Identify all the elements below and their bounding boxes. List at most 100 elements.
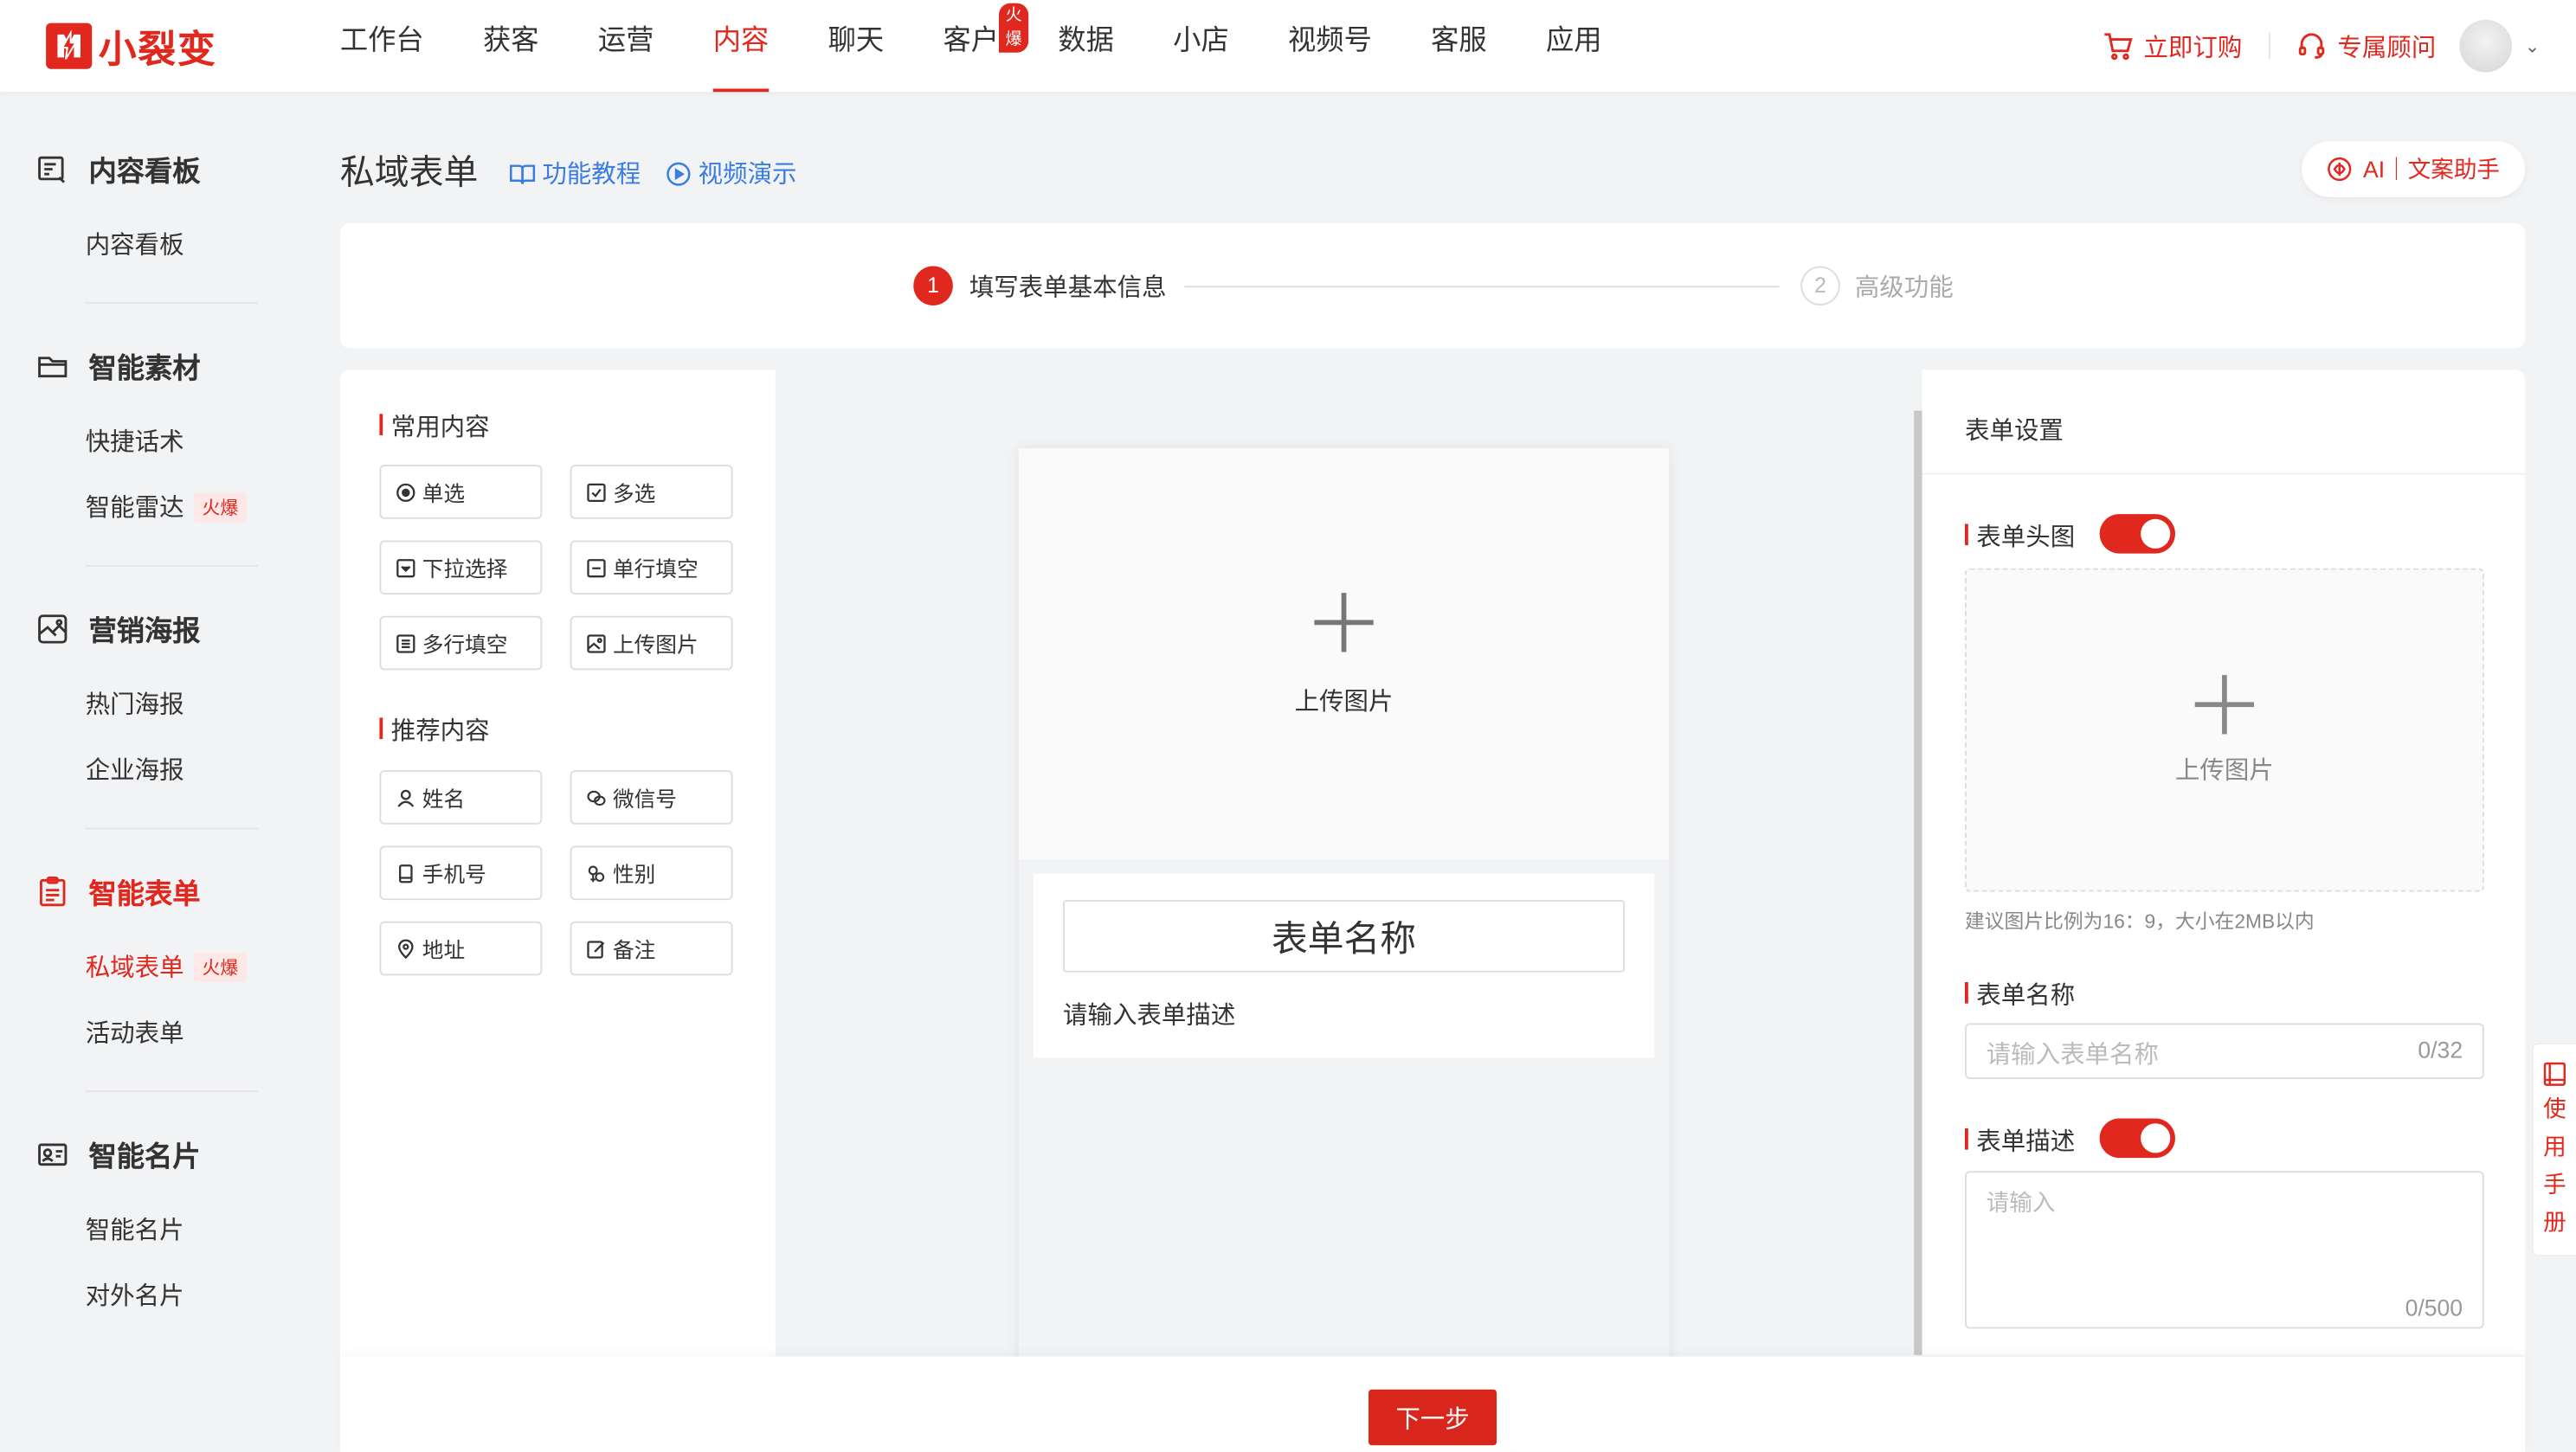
sidebar-group-content-board[interactable]: 内容看板	[36, 148, 201, 189]
component-label: 姓名	[422, 787, 466, 812]
nav-item-service[interactable]: 客服	[1431, 0, 1487, 92]
sidebar-group-label: 智能名片	[88, 1141, 201, 1173]
divider	[85, 564, 258, 567]
folder-icon	[38, 356, 68, 377]
user-manual-tab[interactable]: 使 用 手 册	[2531, 1043, 2576, 1256]
component-gender[interactable]: 性别	[570, 845, 733, 901]
footer-bar: 下一步	[339, 1356, 2526, 1452]
sidebar: 内容看板 内容看板 智能素材 快捷话术 智能雷达 火爆 营销海报 热门海报 企业…	[0, 92, 296, 1452]
sidebar-item-label: 私域表单	[85, 954, 184, 983]
consultant-link[interactable]: 专属顾问	[2296, 29, 2436, 63]
form-desc-toggle[interactable]	[2099, 1118, 2175, 1159]
form-desc-textarea[interactable]: 请输入 0/500	[1965, 1171, 2484, 1329]
char-counter: 0/500	[2405, 1294, 2463, 1320]
settings-panel: 表单设置 表单头图 上传图片 建议图片比例为16：9，大小在2MB以内 表单名称…	[1922, 369, 2526, 1355]
sidebar-group-cards[interactable]: 智能名片	[36, 1134, 201, 1174]
next-step-button[interactable]: 下一步	[1368, 1389, 1497, 1446]
nav-item-shop[interactable]: 小店	[1173, 0, 1229, 92]
preview-image-upload[interactable]: 上传图片	[1018, 448, 1670, 859]
component-multi-line[interactable]: 多行填空	[379, 615, 543, 671]
component-label: 地址	[422, 937, 466, 963]
component-panel: 常用内容 单选 多选 下拉选择 单行填空 多行填空 上传图片 推荐内容 姓名 微…	[339, 369, 776, 1452]
radio-icon	[396, 482, 415, 502]
component-radio[interactable]: 单选	[379, 465, 543, 519]
divider	[85, 827, 258, 830]
nav-item-customers[interactable]: 客户 火爆	[943, 0, 1029, 92]
nav-item-operations[interactable]: 运营	[598, 0, 654, 92]
subscribe-link[interactable]: 立即订购	[2103, 29, 2242, 63]
gender-icon	[588, 864, 605, 882]
sidebar-group-materials[interactable]: 智能素材	[36, 345, 201, 386]
settings-title: 表单设置	[1965, 417, 2064, 446]
avatar[interactable]	[2458, 19, 2512, 73]
panel-scrollbar[interactable]	[1914, 410, 1922, 1355]
play-icon	[667, 161, 691, 185]
sidebar-group-label: 营销海报	[88, 615, 201, 647]
component-wechat[interactable]: 微信号	[570, 770, 733, 825]
sidebar-item-smart-card[interactable]: 智能名片	[86, 1212, 184, 1247]
plus-icon	[1314, 592, 1374, 652]
sidebar-item-activity-form[interactable]: 活动表单	[86, 1015, 184, 1050]
nav-item-apps[interactable]: 应用	[1546, 0, 1602, 92]
component-address[interactable]: 地址	[379, 921, 543, 976]
step-connector	[1184, 286, 1780, 288]
component-single-line[interactable]: 单行填空	[570, 540, 733, 595]
component-phone[interactable]: 手机号	[379, 845, 543, 901]
component-checkbox[interactable]: 多选	[570, 465, 733, 519]
sidebar-item-radar[interactable]: 智能雷达 火爆	[86, 490, 247, 524]
sidebar-item-content-board[interactable]: 内容看板	[86, 227, 184, 261]
component-label: 多行填空	[422, 632, 508, 658]
preview-form-description[interactable]: 请输入表单描述	[1063, 997, 1235, 1031]
dropdown-icon	[396, 558, 415, 577]
tutorial-link[interactable]: 功能教程	[509, 156, 641, 190]
sidebar-item-quick-scripts[interactable]: 快捷话术	[86, 424, 184, 459]
phone-icon	[399, 864, 413, 883]
component-note[interactable]: 备注	[570, 921, 733, 976]
ai-assistant-label: AI｜文案助手	[2363, 156, 2501, 183]
form-name-input[interactable]: 请输入表单名称 0/32	[1965, 1023, 2484, 1079]
brand-logo[interactable]: 小裂变	[46, 18, 216, 74]
consultant-label: 专属顾问	[2337, 33, 2437, 62]
poster-icon	[38, 614, 68, 643]
nav-item-acquire[interactable]: 获客	[483, 0, 539, 92]
sidebar-item-public-card[interactable]: 对外名片	[86, 1278, 184, 1313]
hot-badge: 火爆	[193, 951, 247, 982]
component-label: 单选	[422, 481, 466, 506]
sidebar-group-forms[interactable]: 智能表单	[36, 871, 201, 911]
sidebar-item-private-form[interactable]: 私域表单 火爆	[86, 949, 247, 984]
nav-item-chat[interactable]: 聊天	[828, 0, 885, 92]
header-image-upload[interactable]: 上传图片	[1965, 568, 2484, 892]
nav-item-channels[interactable]: 视频号	[1288, 0, 1372, 92]
step-number: 2	[1800, 266, 1840, 306]
component-label: 微信号	[612, 787, 678, 812]
sidebar-group-posters[interactable]: 营销海报	[36, 607, 201, 648]
component-dropdown[interactable]: 下拉选择	[379, 540, 543, 595]
sidebar-group-label: 智能素材	[88, 353, 201, 385]
image-icon	[587, 633, 606, 652]
sidebar-group-label: 内容看板	[88, 156, 201, 188]
sidebar-item-hot-posters[interactable]: 热门海报	[86, 686, 184, 721]
step-label: 填写表单基本信息	[969, 273, 1167, 303]
top-actions: 立即订购 专属顾问 ⌄	[2103, 0, 2540, 92]
manual-icon	[2543, 1062, 2566, 1086]
component-name[interactable]: 姓名	[379, 770, 543, 825]
component-label: 上传图片	[612, 632, 699, 658]
ai-icon	[2328, 157, 2353, 182]
nav-item-data[interactable]: 数据	[1058, 0, 1114, 92]
nav-item-content[interactable]: 内容	[712, 0, 770, 93]
sidebar-group-label: 智能表单	[88, 878, 201, 910]
preview-form-name[interactable]: 表单名称	[1063, 900, 1626, 973]
cart-icon	[2103, 33, 2133, 61]
main-nav: 工作台 获客 运营 内容 聊天 客户 火爆 数据 小店 视频号 客服 应用	[340, 0, 1661, 93]
component-label: 下拉选择	[422, 556, 508, 581]
component-image-upload[interactable]: 上传图片	[570, 615, 733, 671]
sidebar-item-company-posters[interactable]: 企业海报	[86, 752, 184, 787]
nav-item-workbench[interactable]: 工作台	[340, 0, 424, 92]
ai-assistant-button[interactable]: AI｜文案助手	[2302, 141, 2526, 197]
hot-badge: 火爆	[998, 3, 1029, 53]
header-image-toggle[interactable]	[2099, 514, 2175, 554]
component-label: 单行填空	[612, 556, 699, 581]
chevron-down-icon[interactable]: ⌄	[2525, 35, 2540, 57]
divider	[2268, 32, 2270, 60]
video-link[interactable]: 视频演示	[666, 156, 797, 190]
